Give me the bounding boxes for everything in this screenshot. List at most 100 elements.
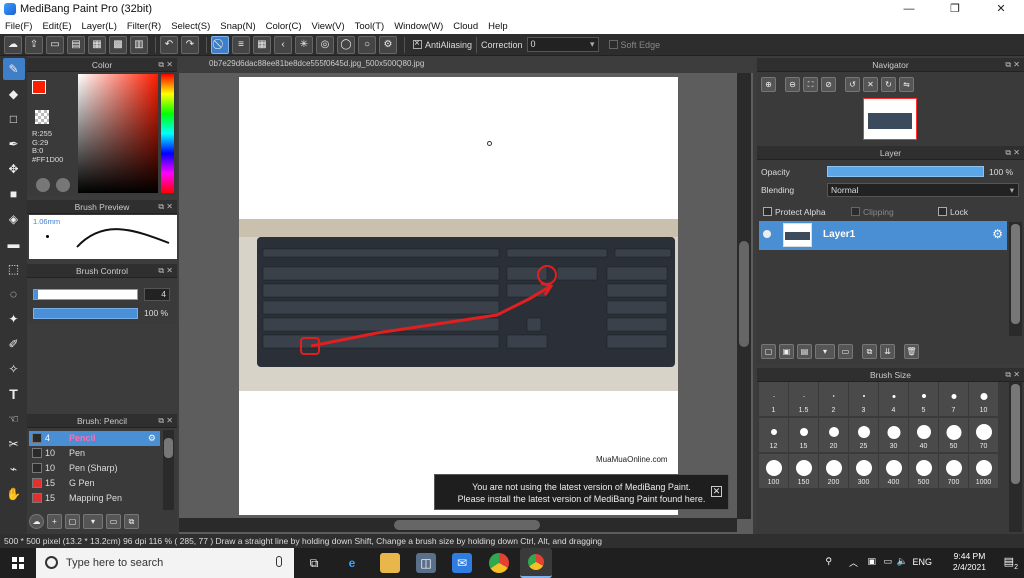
mail-icon[interactable]: ✉ [452,553,472,573]
panel-float-close-icon[interactable]: ⧉ ✕ [1005,368,1020,382]
notice-close-icon[interactable]: ✕ [711,486,722,497]
zoom-in-icon[interactable]: ⊕ [761,76,776,92]
clipping-checkbox[interactable] [851,207,860,216]
maximize-button[interactable]: ❐ [932,0,978,18]
tray-expand-icon[interactable]: ︿ [849,556,858,569]
menu-snap[interactable]: Snap(N) [215,21,260,32]
menu-tool[interactable]: Tool(T) [350,21,390,32]
brush-size-option[interactable]: 2 [819,382,848,416]
update-notice[interactable]: You are not using the latest version of … [434,474,729,510]
menu-color[interactable]: Color(C) [261,21,307,32]
taskbar-search[interactable]: Type here to search [36,548,294,578]
medibang-taskbar-icon[interactable] [520,548,552,578]
rotate-left-icon[interactable]: ↺ [845,76,860,92]
layer-scrollbar[interactable] [1009,222,1022,336]
brush-size-option[interactable]: 20 [819,418,848,452]
brush-size-value[interactable]: 4 [144,288,170,301]
comment-icon[interactable]: ▭ [46,35,64,54]
brush-size-option[interactable]: 1.5 [789,382,818,416]
share-icon[interactable]: ⇪ [25,35,43,54]
grid-icon[interactable]: ▩ [109,35,127,54]
soft-edge-checkbox[interactable] [608,40,618,49]
pen-tool-icon[interactable]: ✒ [3,133,25,155]
navigator-thumbnail[interactable] [863,98,917,140]
canvas-horizontal-scrollbar[interactable] [179,518,737,532]
gear-icon[interactable]: ⚙ [992,227,1003,241]
brush-tool-icon[interactable]: ✎ [2,58,25,80]
page-icon[interactable]: ▦ [88,35,106,54]
brush-size-option[interactable]: 1000 [969,454,998,488]
parallel-snap-icon[interactable]: ≡ [232,35,250,54]
protect-alpha-checkbox[interactable] [763,207,772,216]
new-brush-icon[interactable]: ▢ [65,513,80,529]
minimize-button[interactable]: — [886,0,932,18]
brush-item-pen-sharp[interactable]: 10 Pen (Sharp) [29,461,160,476]
menu-help[interactable]: Help [483,21,513,32]
magic-wand-tool-icon[interactable]: ✦ [3,308,25,330]
brush-size-option[interactable]: 150 [789,454,818,488]
panel-float-close-icon[interactable]: ⧉ ✕ [158,58,173,72]
transparent-color-swatch[interactable] [35,110,49,124]
brush-size-option[interactable]: 400 [879,454,908,488]
people-icon[interactable]: ⚲ [825,556,832,567]
menu-cloud[interactable]: Cloud [448,21,483,32]
panel-icon[interactable]: ▥ [130,35,148,54]
foreground-color-swatch[interactable] [32,80,46,94]
brush-size-option[interactable]: 30 [879,418,908,452]
start-button[interactable] [0,548,36,578]
saturation-value-picker[interactable] [78,74,158,193]
chrome-icon[interactable] [489,553,509,573]
brush-size-option[interactable]: 200 [819,454,848,488]
crisscross-snap-icon[interactable]: ▦ [253,35,271,54]
fill-tool-icon[interactable]: ◈ [3,208,25,230]
vanishing-point-icon[interactable]: ‹ [274,35,292,54]
folder-icon[interactable]: ▭ [106,513,121,529]
panel-float-close-icon[interactable]: ⧉ ✕ [1005,58,1020,72]
new-8bit-layer-icon[interactable]: ▤ [797,343,812,359]
flip-horizontal-icon[interactable]: ⇋ [899,76,914,92]
divide-tool-icon[interactable]: ✂ [3,433,25,455]
notification-icon[interactable]: ▤ [1004,555,1014,568]
brush-size-option[interactable]: 100 [759,454,788,488]
brush-size-option[interactable]: 300 [849,454,878,488]
eyedropper-tool-icon[interactable]: ⌁ [3,458,25,480]
edge-icon[interactable]: e [342,553,362,573]
cloud-brush-icon[interactable]: ☁ [29,513,44,529]
undo-icon[interactable]: ↶ [160,35,178,54]
snap-settings-icon[interactable]: ⚙ [379,35,397,54]
network-icon[interactable]: ▣ [867,556,876,567]
menu-view[interactable]: View(V) [307,21,350,32]
visibility-eye-icon[interactable] [763,230,771,238]
lock-checkbox[interactable] [938,207,947,216]
brush-item-pen[interactable]: 10 Pen [29,446,160,461]
brush-size-option[interactable]: 70 [969,418,998,452]
document-tab[interactable]: 0b7e29d6dac88ee81be8dce555f0645d.jpg_500… [179,56,753,73]
circle-snap-icon[interactable]: ◎ [316,35,334,54]
brush-size-option[interactable]: 50 [939,418,968,452]
merge-layer-icon[interactable]: ⇊ [880,343,895,359]
canvas-area[interactable]: 0b7e29d6dac88ee81be8dce555f0645d.jpg_500… [179,56,753,534]
clock[interactable]: 9:44 PM 2/4/2021 [953,551,986,573]
store-icon[interactable]: ◫ [416,553,436,573]
hue-slider[interactable] [161,74,174,193]
no-snap-icon[interactable]: ⃠ [211,35,229,54]
select-rect-tool-icon[interactable]: ⬚ [3,258,25,280]
brush-size-option[interactable]: 25 [849,418,878,452]
language-indicator[interactable]: ENG [912,557,932,567]
brush-size-scrollbar[interactable] [1009,382,1022,532]
color-palette-icon[interactable] [36,178,50,192]
panel-float-close-icon[interactable]: ⧉ ✕ [158,414,173,428]
layer-opacity-slider[interactable] [827,166,984,177]
menu-file[interactable]: File(F) [0,21,37,32]
add-brush-icon[interactable]: + [47,513,62,529]
layer-row[interactable]: Layer1 ⚙ [759,221,1007,250]
brush-size-option[interactable]: 4 [879,382,908,416]
gradient-tool-icon[interactable]: ▬ [3,233,25,255]
radial-snap-icon[interactable]: ✳ [295,35,313,54]
brush-size-option[interactable]: 10 [969,382,998,416]
select-pen-tool-icon[interactable]: ✐ [3,333,25,355]
brush-item-g-pen[interactable]: 15 G Pen [29,476,160,491]
select-eraser-tool-icon[interactable]: ✧ [3,358,25,380]
delete-layer-icon[interactable]: 🗑 [904,343,919,359]
new-folder-icon[interactable]: ▭ [838,343,853,359]
